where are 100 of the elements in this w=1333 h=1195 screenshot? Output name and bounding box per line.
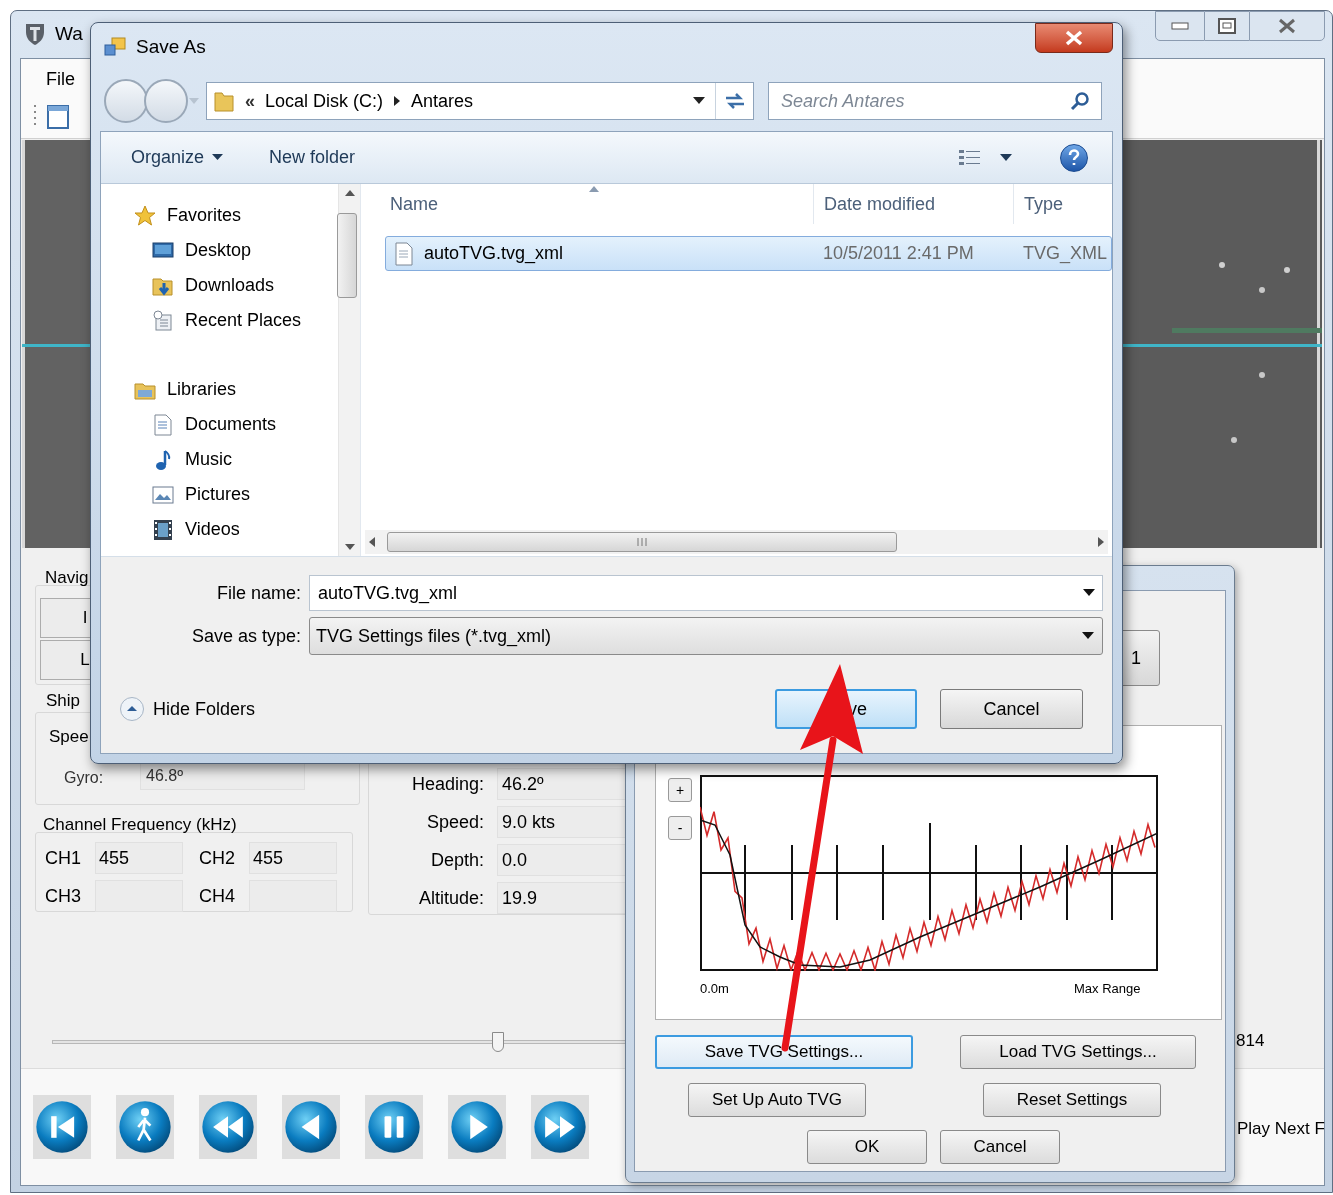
maximize-button[interactable] — [1205, 11, 1249, 41]
view-list-icon — [958, 147, 982, 168]
pause-icon — [367, 1100, 421, 1154]
search-icon[interactable] — [1070, 91, 1090, 111]
breadcrumb-item[interactable]: Antares — [411, 87, 474, 115]
clock-document-icon — [151, 309, 175, 332]
file-name-field[interactable]: autoTVG.tvg_xml — [309, 575, 1103, 611]
scrollbar-thumb[interactable] — [387, 532, 897, 552]
close-icon — [1277, 18, 1297, 34]
window-title: Wa — [55, 22, 83, 46]
dialog-button[interactable]: OK — [807, 1130, 927, 1164]
channel-label: CH4 — [199, 884, 236, 908]
cancel-button[interactable]: Cancel — [940, 689, 1083, 729]
navigation-item[interactable]: Pictures — [101, 477, 338, 512]
help-button[interactable] — [1060, 143, 1088, 172]
dropdown-arrow-icon — [212, 154, 224, 161]
file-date: 10/5/2011 2:41 PM — [822, 242, 975, 265]
refresh-icon — [723, 92, 746, 110]
view-options-button[interactable] — [958, 147, 1012, 168]
dialog-button[interactable]: Save TVG Settings... — [655, 1035, 913, 1069]
navigation-item[interactable]: Videos — [101, 512, 338, 547]
dialog-button[interactable]: Cancel — [940, 1130, 1060, 1164]
zoom-button[interactable]: + — [668, 778, 692, 802]
axis-start-label: 0.0m — [700, 980, 729, 998]
dropdown-arrow-icon[interactable] — [1083, 589, 1095, 597]
collapse-up-icon — [119, 696, 145, 722]
organize-button[interactable]: Organize — [131, 144, 224, 171]
column-header[interactable]: Type — [1013, 184, 1112, 224]
scroll-up-icon[interactable] — [344, 190, 355, 196]
axis-end-label: Max Range — [1074, 980, 1141, 998]
channel-label: CH1 — [45, 846, 82, 870]
star-icon — [133, 204, 157, 227]
navigation-item[interactable]: Desktop — [101, 233, 338, 268]
group-title: Navig — [45, 567, 89, 589]
frequency-field[interactable] — [95, 880, 183, 912]
channel-label: CH2 — [199, 846, 236, 870]
dialog-button[interactable]: Set Up Auto TVG — [688, 1083, 866, 1117]
breadcrumb-item[interactable]: Local Disk (C:) — [265, 87, 384, 115]
column-header[interactable]: Name — [361, 184, 813, 224]
file-name: autoTVG.tvg_xml — [424, 242, 564, 266]
new-folder-button[interactable]: New folder — [269, 144, 356, 171]
walk-button[interactable] — [116, 1095, 174, 1159]
scroll-right-icon[interactable] — [1098, 537, 1104, 547]
skip-to-start-icon — [35, 1100, 89, 1154]
pause-button[interactable] — [365, 1095, 423, 1159]
frequency-field[interactable]: 455 — [95, 842, 183, 874]
close-button[interactable] — [1035, 23, 1113, 53]
step-back-button[interactable] — [282, 1095, 340, 1159]
frequency-field[interactable] — [249, 880, 337, 912]
dropdown-arrow-icon — [1082, 632, 1094, 640]
window-icon[interactable] — [47, 105, 69, 129]
document-icon — [151, 413, 175, 436]
rewind-icon — [201, 1100, 255, 1154]
save-type-dropdown[interactable]: TVG Settings files (*.tvg_xml) — [309, 617, 1103, 655]
frequency-field[interactable]: 455 — [249, 842, 337, 874]
dropdown-arrow-icon[interactable] — [693, 97, 705, 105]
play-next-label: Play Next F — [1237, 1118, 1325, 1140]
breadcrumb-separator-icon[interactable] — [393, 96, 402, 106]
search-field[interactable]: Search Antares — [768, 82, 1102, 120]
file-type: TVG_XML — [1022, 242, 1109, 266]
column-header[interactable]: Date modified — [813, 184, 1013, 224]
channel-label: CH3 — [45, 884, 82, 908]
breadcrumb-overflow-button[interactable]: « — [245, 87, 255, 115]
navigation-item[interactable]: Downloads — [101, 268, 338, 303]
close-icon — [1065, 30, 1083, 46]
dialog-button[interactable]: Load TVG Settings... — [960, 1035, 1196, 1069]
file-row[interactable]: autoTVG.tvg_xml 10/5/2011 2:41 PM TVG_XML — [385, 236, 1112, 271]
address-bar[interactable]: « Local Disk (C:) Antares — [206, 82, 754, 120]
navigation-item[interactable]: Music — [101, 442, 338, 477]
fast-forward-button[interactable] — [531, 1095, 589, 1159]
dialog-title: Save As — [136, 34, 206, 59]
restore-icon — [1218, 18, 1236, 34]
skip-to-start-button[interactable] — [33, 1095, 91, 1159]
zoom-button[interactable]: - — [668, 816, 692, 840]
save-icon — [104, 36, 126, 58]
field-label: Save as type: — [190, 624, 301, 648]
speed-label: Spee — [49, 726, 89, 748]
horizontal-scrollbar[interactable] — [365, 530, 1108, 554]
gyro-value: 46.8º — [140, 762, 305, 790]
hide-folders-button[interactable]: Hide Folders — [119, 695, 256, 723]
scroll-left-icon[interactable] — [369, 537, 375, 547]
dialog-button[interactable]: Reset Settings — [983, 1083, 1161, 1117]
image-icon — [151, 483, 175, 506]
toolbar-grip-icon — [33, 104, 37, 128]
close-button[interactable] — [1249, 11, 1325, 41]
navigation-item[interactable]: Libraries — [101, 372, 338, 407]
film-icon — [151, 518, 175, 541]
grip-icon — [636, 537, 648, 547]
play-button[interactable] — [448, 1095, 506, 1159]
field-label: File name: — [215, 581, 301, 605]
navigation-item[interactable]: Documents — [101, 407, 338, 442]
rewind-button[interactable] — [199, 1095, 257, 1159]
group-title: Channel Frequency (kHz) — [43, 814, 237, 836]
navigation-item[interactable]: Recent Places — [101, 303, 338, 338]
sort-arrow-icon — [589, 186, 599, 192]
scroll-down-icon[interactable] — [344, 544, 355, 550]
scrollbar-thumb[interactable] — [337, 213, 357, 298]
menu-item[interactable]: File — [46, 66, 75, 93]
position-text: 814 — [1236, 1030, 1265, 1052]
navigation-item[interactable]: Favorites — [101, 198, 338, 233]
